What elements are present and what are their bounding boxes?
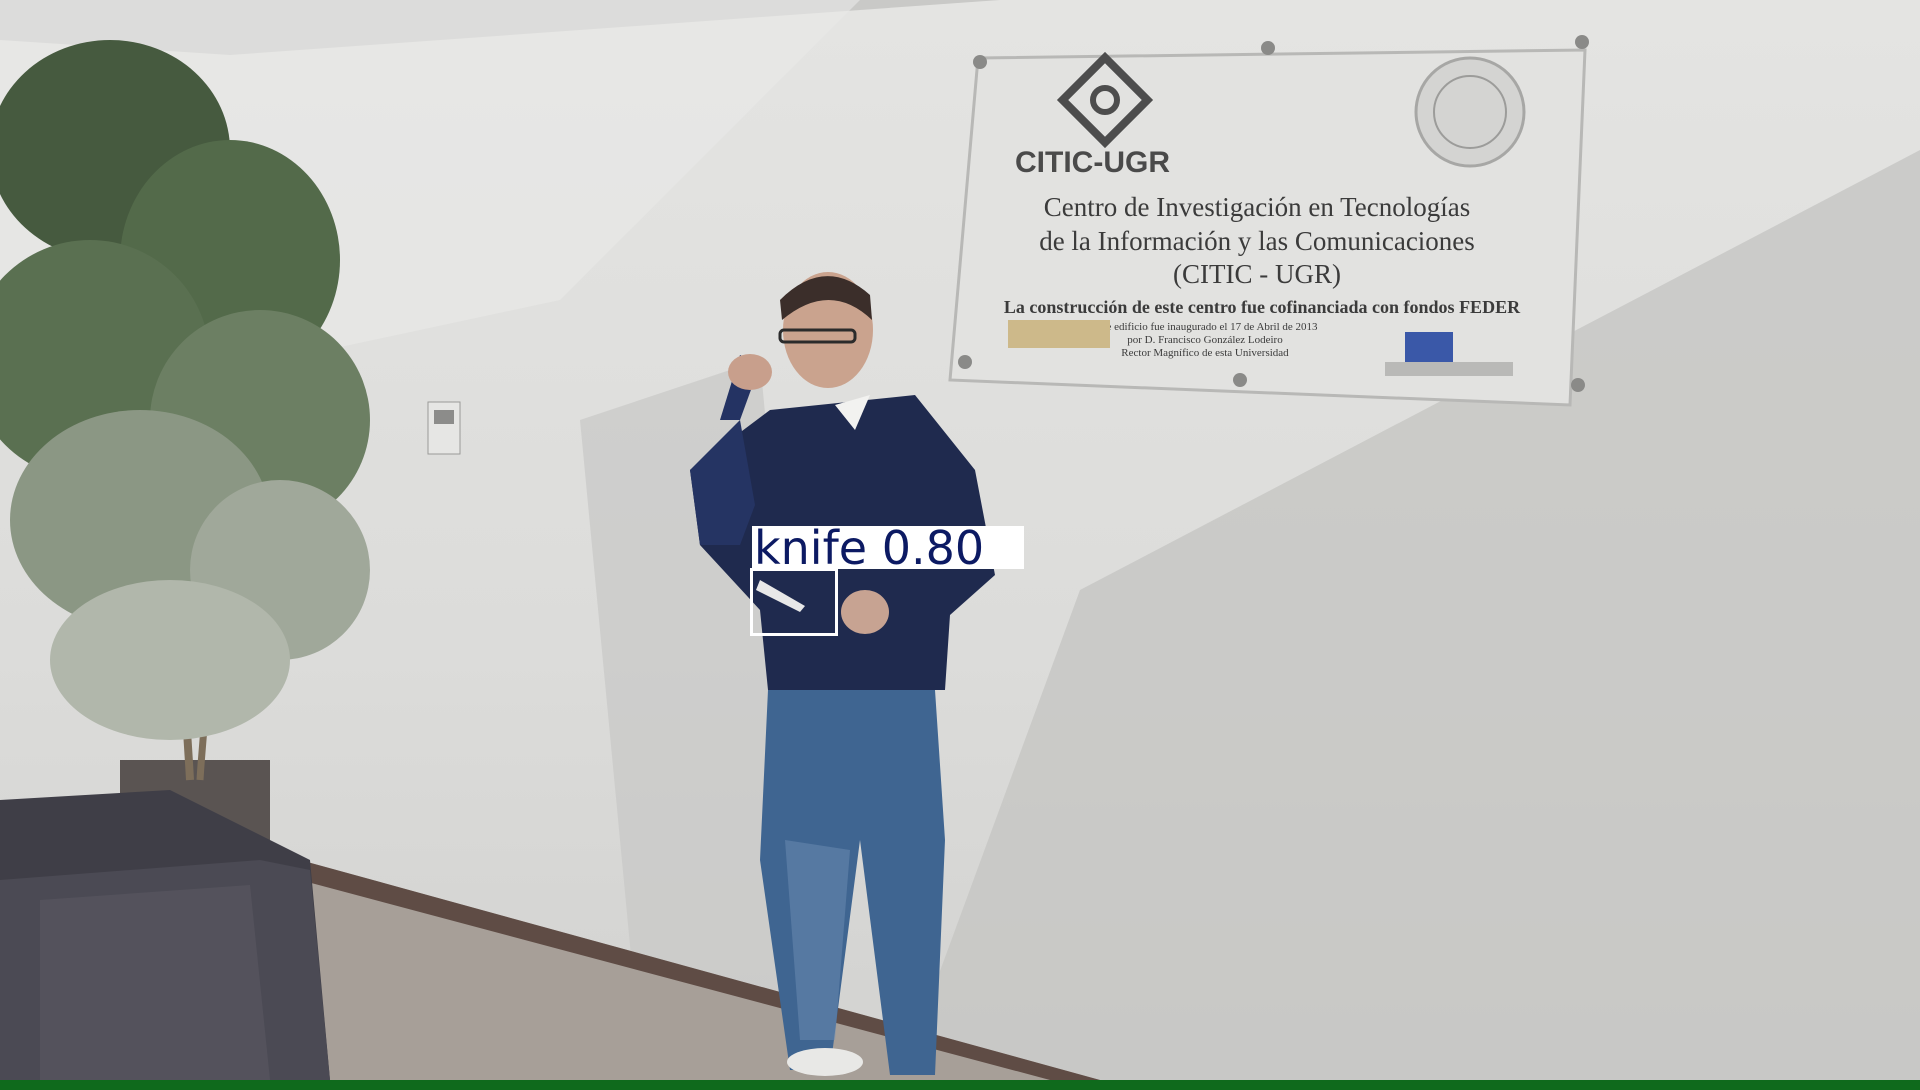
plaque-screw — [1571, 378, 1585, 392]
plaque-logo-text: CITIC-UGR — [1015, 146, 1170, 179]
right-hand — [841, 590, 889, 634]
bottom-progress-bar — [0, 1080, 1920, 1090]
plaque-small-line-3: Rector Magnífico de esta Universidad — [1121, 347, 1289, 359]
plaque-small-line-2: por D. Francisco González Lodeiro — [1127, 334, 1283, 346]
detection-bounding-box — [750, 568, 838, 636]
plaque-title-line-2: de la Información y las Comunicaciones — [1039, 226, 1475, 256]
camera-frame: CITIC-UGR Centro de Investigación en Tec… — [0, 0, 1920, 1080]
plaque-screw — [973, 55, 987, 69]
plaque-screw — [1575, 35, 1589, 49]
plaque-title-line-3: (CITIC - UGR) — [1173, 259, 1341, 289]
plaque-title-line-1: Centro de Investigación en Tecnologías — [1044, 192, 1471, 222]
wall-plaque: CITIC-UGR Centro de Investigación en Tec… — [948, 35, 1589, 407]
plaque-screw — [958, 355, 972, 369]
detection-label: knife 0.80 — [754, 525, 984, 571]
thermostat — [427, 401, 461, 455]
spain-flag-logo — [1008, 320, 1110, 348]
plaque-funding-line: La construcción de este centro fue cofin… — [1004, 297, 1521, 317]
eu-flag-icon — [1405, 332, 1453, 362]
detection-class: knife — [754, 521, 868, 575]
plaque-screw — [1261, 41, 1275, 55]
plaque-screw — [1233, 373, 1247, 387]
armchair — [0, 790, 330, 1080]
detection-confidence: 0.80 — [881, 521, 985, 575]
left-shoe — [787, 1048, 863, 1076]
university-seal-icon — [1414, 56, 1526, 168]
thermostat-display — [434, 410, 454, 424]
plaque-small-line-1: Este edificio fue inaugurado el 17 de Ab… — [1092, 321, 1318, 333]
raised-hand — [728, 354, 772, 390]
